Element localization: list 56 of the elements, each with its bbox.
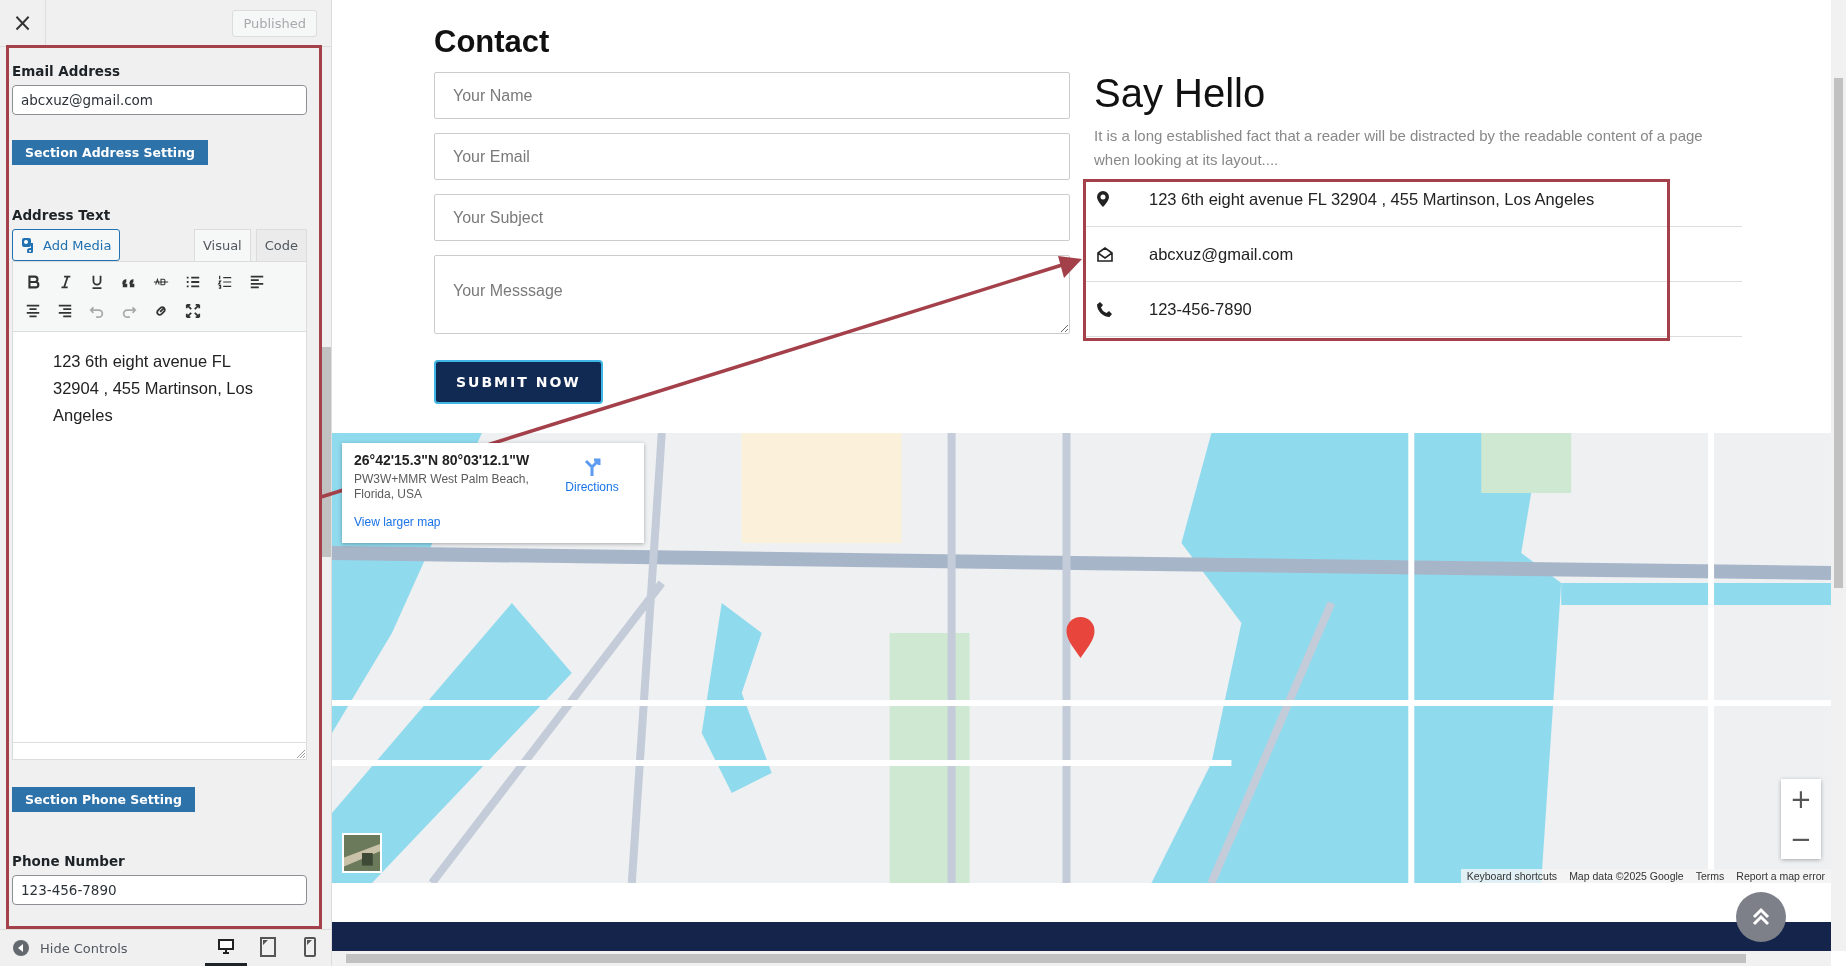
phone-icon (1097, 301, 1112, 317)
coordinates-text: 26°42'15.3"N 80°03'12.1"W (354, 452, 531, 468)
back-to-top-button[interactable] (1736, 892, 1786, 942)
input-field[interactable]: Your Name (434, 72, 1070, 119)
input-field[interactable]: Your Email (434, 133, 1070, 180)
collapse-icon (12, 939, 30, 957)
map-pin-icon (1097, 191, 1109, 207)
message-field[interactable]: Your Messsage (434, 255, 1070, 334)
hide-controls-button[interactable]: Hide Controls (12, 939, 128, 957)
fullscreen-icon (185, 303, 201, 319)
view-larger-map-link[interactable]: View larger map (354, 515, 441, 529)
attribution-link[interactable]: Terms (1695, 870, 1725, 882)
directions-link[interactable]: Directions (565, 480, 619, 494)
align-left-icon (249, 274, 265, 290)
add-media-button[interactable]: Add Media (12, 229, 121, 261)
tablet-icon (258, 936, 278, 957)
email-field[interactable]: abcxuz@gmail.com (12, 85, 307, 115)
attribution-link[interactable]: Report a map error (1736, 870, 1825, 882)
section-button[interactable]: Section Address Setting (12, 140, 208, 165)
editor-tab[interactable]: Visual (193, 229, 251, 261)
resize-handle-icon[interactable] (296, 749, 306, 759)
intro-text: It is a long established fact that a reader will be distracted by the readable content of a page when looking at its layout.... (1094, 126, 1704, 170)
submit-button[interactable]: SUBMIT NOW (434, 360, 603, 404)
field-label: Address Text (12, 207, 112, 223)
envelope-icon (1097, 246, 1113, 262)
directions-icon[interactable] (583, 456, 601, 476)
input-field[interactable]: Your Subject (434, 194, 1070, 241)
align-right-icon (57, 303, 73, 319)
address-text: PW3W+MMR West Palm Beach, Florida, USA (354, 472, 530, 502)
section-button[interactable]: Section Phone Setting (12, 787, 195, 812)
attribution-link[interactable]: Keyboard shortcuts (1466, 870, 1558, 882)
field-label: Phone Number (12, 853, 126, 869)
link-icon (153, 303, 169, 319)
section-title: Say Hello (1094, 70, 1267, 116)
satellite-layer-icon[interactable] (342, 833, 382, 873)
double-chevron-up-icon (1750, 906, 1772, 928)
zoom-out-button[interactable]: − (1781, 819, 1821, 859)
scrollbar[interactable] (332, 951, 1831, 966)
close-button[interactable]: × (0, 0, 46, 46)
bold-icon (25, 274, 41, 290)
section-title: Contact (434, 24, 551, 60)
scrollbar[interactable] (1831, 0, 1846, 951)
editor-tab[interactable]: Code (255, 229, 307, 261)
editor-area[interactable]: 123 6th eight avenue FL 32904 , 455 Martinson, Los Angeles (12, 332, 307, 760)
contact-info-text: 123-456-7890 (1149, 299, 1252, 319)
phone-field[interactable]: 123-456-7890 (12, 875, 307, 905)
contact-info-text: abcxuz@gmail.com (1149, 244, 1294, 264)
contact-info-text: 123 6th eight avenue FL 32904 , 455 Martinson, Los Angeles (1149, 189, 1595, 209)
numbered-list-icon (217, 274, 233, 290)
bullet-list-icon (185, 274, 201, 290)
align-center-icon (25, 303, 41, 319)
desktop-icon (216, 936, 236, 957)
field-label: Email Address (12, 63, 121, 79)
zoom-in-button[interactable]: + (1781, 779, 1821, 819)
attribution-link[interactable]: Map data ©2025 Google (1569, 870, 1684, 882)
editor-text: 123 6th eight avenue FL 32904 , 455 Martinson, Los Angeles (52, 351, 254, 426)
